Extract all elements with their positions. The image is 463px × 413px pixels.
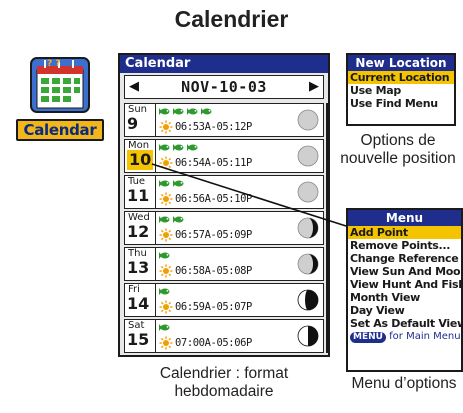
menu-item-current-location[interactable]: Current Location [348,71,454,84]
menu-item-view-hunt-and-fish[interactable]: View Hunt And Fish [348,278,463,291]
sun-times: 06:53A-05:12P [175,121,252,133]
fish-icon [173,216,184,223]
moon-phase-icon [297,289,319,311]
day-row[interactable]: Tue 11 06:56A-05:10P [124,175,324,209]
menu-item-change-reference[interactable]: Change Reference [348,252,461,265]
day-divider [155,284,156,316]
fish-icon [159,324,170,331]
day-row[interactable]: Sat 15 07:00A-05:06P [124,319,324,353]
caption-new-location: Options de nouvelle position [340,132,456,167]
day-row[interactable]: Fri 14 06:59A-05:07P [124,283,324,317]
menu-item-set-as-default-view[interactable]: Set As Default View [348,317,463,330]
sun-icon [159,336,173,350]
moon-phase-icon [297,253,319,275]
sun-times: 06:56A-05:10P [175,193,252,205]
fish-icons [159,144,198,151]
sun-icon [159,192,173,206]
options-menu: Menu Add Point Remove Points... Change R… [346,208,463,372]
fish-icons [159,180,184,187]
day-row[interactable]: Wed 12 06:57A-05:09P [124,211,324,245]
calendar-window: Calendar ◀ NOV-10-03 ▶ Sun 9 06:53A-05:12P… [118,53,330,357]
fish-icon [159,252,170,259]
sun-times: 06:58A-05:08P [175,265,252,277]
fish-icons [159,252,170,259]
menu-item-use-map[interactable]: Use Map [348,84,454,97]
sun-times: 06:54A-05:11P [175,157,252,169]
caption-options: Menu d’options [351,375,457,392]
sun-times: 06:57A-05:09P [175,229,252,241]
menu-item-remove-points[interactable]: Remove Points... [348,239,461,252]
calendar-title-bar: Calendar [120,55,328,73]
day-divider [155,176,156,208]
sun-icon [159,156,173,170]
calendar-app-icon[interactable]: ? ? Calendar [10,53,106,149]
new-location-menu-title: New Location [348,55,454,71]
moon-phase-icon [297,109,319,131]
day-divider [155,320,156,352]
moon-phase-icon [297,145,319,167]
calendar-app-label: Calendar [16,119,104,141]
fish-icon [173,144,184,151]
day-number: 12 [127,222,150,241]
current-date: NOV-10-03 [181,78,267,96]
menu-footer-text: for Main Menu [389,331,461,342]
triangle-right-icon[interactable]: ▶ [309,79,319,94]
fish-icon [201,108,212,115]
sun-icon [159,228,173,242]
day-number: 14 [127,294,150,313]
date-navigator: ◀ NOV-10-03 ▶ [124,75,324,99]
new-location-menu: New Location Current Location Use Map Us… [346,53,456,126]
sun-times: 06:59A-05:07P [175,301,252,313]
sun-icon [159,120,173,134]
day-divider [155,104,156,136]
fish-icon [173,108,184,115]
day-divider [155,212,156,244]
fish-icons [159,324,170,331]
day-number: 9 [127,114,139,133]
day-number: 13 [127,258,150,277]
fish-icon [159,144,170,151]
fish-icon [159,288,170,295]
svg-text:? ?: ? ? [47,59,61,69]
day-number: 10 [127,150,154,170]
menu-item-day-view[interactable]: Day View [348,304,461,317]
fish-icon [173,180,184,187]
calendar-icon: ? ? [30,57,90,113]
menu-footer: MENU for Main Menu [348,331,461,343]
scrollbar[interactable] [326,103,328,353]
day-number: 15 [127,330,150,349]
moon-phase-icon [297,217,319,239]
fish-icons [159,288,170,295]
day-number: 11 [127,186,150,205]
day-row[interactable]: Mon 10 06:54A-05:11P [124,139,324,173]
day-row[interactable]: Thu 13 06:58A-05:08P [124,247,324,281]
moon-phase-icon [297,181,319,203]
day-row[interactable]: Sun 9 06:53A-05:12P [124,103,324,137]
day-divider [155,248,156,280]
menu-key-badge: MENU [350,332,386,343]
menu-item-use-find-menu[interactable]: Use Find Menu [348,97,454,110]
sun-icon [159,264,173,278]
fish-icon [187,144,198,151]
sun-times: 07:00A-05:06P [175,337,252,349]
menu-item-month-view[interactable]: Month View [348,291,461,304]
menu-item-add-point[interactable]: Add Point [348,226,461,239]
fish-icons [159,108,212,115]
fish-icon [159,108,170,115]
fish-icons [159,216,184,223]
fish-icon [187,108,198,115]
caption-calendar: Calendrier : format hebdomadaire [159,365,289,400]
sun-icon [159,300,173,314]
page-title: Calendrier [174,6,289,32]
moon-phase-icon [297,325,319,347]
fish-icon [159,180,170,187]
options-menu-title: Menu [348,210,461,226]
fish-icon [159,216,170,223]
day-divider [155,140,156,172]
menu-item-view-sun-and-moon[interactable]: View Sun And Moon [348,265,463,278]
